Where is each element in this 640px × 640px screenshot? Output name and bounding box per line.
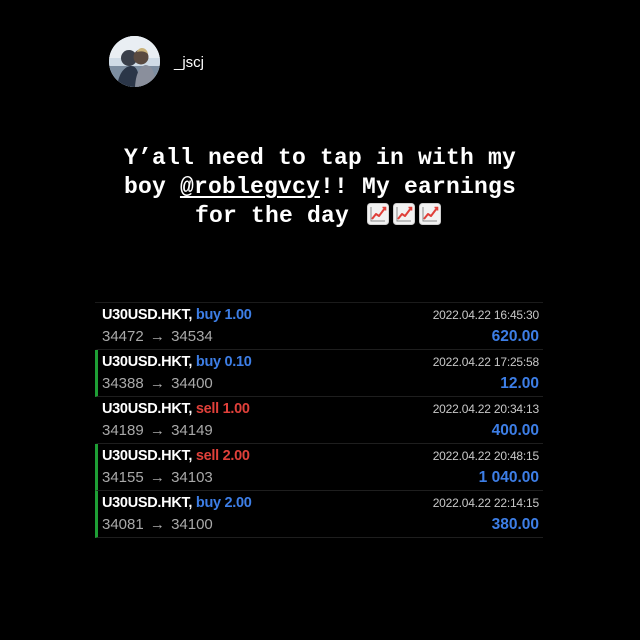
- trade-symbol-line: U30USD.HKT, buy 2.00: [102, 495, 252, 511]
- avatar[interactable]: [109, 36, 160, 87]
- arrow-right-icon: →: [149, 422, 165, 439]
- trade-symbol: U30USD.HKT,: [102, 307, 193, 323]
- trade-time: 2022.04.22 20:48:15: [432, 449, 540, 463]
- trade-row[interactable]: U30USD.HKT, sell 2.00 34155 → 34103 2022…: [95, 444, 543, 491]
- close-price: 34400: [171, 375, 213, 392]
- trade-history-list: U30USD.HKT, buy 1.00 34472 → 34534 2022.…: [95, 302, 543, 538]
- trade-price-line: 34388 → 34400: [102, 375, 213, 392]
- caption-line-2: boy @roblegvcy!! My earnings: [60, 173, 580, 202]
- trade-symbol-line: U30USD.HKT, sell 2.00: [102, 448, 250, 464]
- trade-symbol-line: U30USD.HKT, buy 1.00: [102, 307, 252, 323]
- mention-link[interactable]: @roblegvcy: [180, 174, 320, 200]
- chart-increasing-emoji-icon: [367, 203, 390, 225]
- open-price: 34472: [102, 328, 144, 345]
- caption-text: for the day: [194, 203, 349, 229]
- open-price: 34155: [102, 469, 144, 486]
- story-caption: Y’all need to tap in with my boy @robleg…: [60, 144, 580, 231]
- close-price: 34149: [171, 422, 213, 439]
- trade-row[interactable]: U30USD.HKT, sell 1.00 34189 → 34149 2022…: [95, 397, 543, 444]
- trade-side: buy 0.10: [195, 354, 252, 370]
- trade-time: 2022.04.22 16:45:30: [432, 308, 540, 322]
- emoji-row: [367, 203, 445, 225]
- trade-symbol: U30USD.HKT,: [102, 401, 193, 417]
- story-header: _jscj: [109, 36, 204, 87]
- trade-profit: 12.00: [500, 375, 539, 392]
- arrow-right-icon: →: [149, 375, 165, 392]
- trade-side: buy 1.00: [195, 307, 252, 323]
- trade-profit: 1 040.00: [478, 469, 539, 486]
- trade-time: 2022.04.22 22:14:15: [432, 496, 540, 510]
- caption-text: boy: [123, 174, 180, 200]
- open-price: 34388: [102, 375, 144, 392]
- trade-symbol-line: U30USD.HKT, sell 1.00: [102, 401, 250, 417]
- trade-time: 2022.04.22 20:34:13: [432, 402, 540, 416]
- trade-row[interactable]: U30USD.HKT, buy 0.10 34388 → 34400 2022.…: [95, 350, 543, 397]
- trade-row[interactable]: U30USD.HKT, buy 1.00 34472 → 34534 2022.…: [95, 303, 543, 350]
- trade-time: 2022.04.22 17:25:58: [432, 355, 540, 369]
- open-price: 34081: [102, 516, 144, 533]
- trade-profit: 380.00: [491, 516, 539, 533]
- trade-profit: 620.00: [491, 328, 539, 345]
- trade-symbol: U30USD.HKT,: [102, 495, 193, 511]
- trade-symbol-line: U30USD.HKT, buy 0.10: [102, 354, 252, 370]
- trade-row[interactable]: U30USD.HKT, buy 2.00 34081 → 34100 2022.…: [95, 491, 543, 538]
- trade-side: buy 2.00: [195, 495, 252, 511]
- profile-photo-icon: [109, 36, 160, 87]
- trade-price-line: 34081 → 34100: [102, 516, 213, 533]
- trade-price-line: 34472 → 34534: [102, 328, 213, 345]
- close-price: 34100: [171, 516, 213, 533]
- trade-side: sell 1.00: [195, 401, 250, 417]
- trade-price-line: 34155 → 34103: [102, 469, 213, 486]
- arrow-right-icon: →: [149, 469, 165, 486]
- trade-symbol: U30USD.HKT,: [102, 448, 193, 464]
- arrow-right-icon: →: [149, 516, 165, 533]
- caption-text: !! My earnings: [320, 174, 517, 200]
- caption-line-3: for the day: [60, 202, 580, 231]
- chart-increasing-emoji-icon: [419, 203, 442, 225]
- username[interactable]: _jscj: [174, 54, 204, 71]
- chart-increasing-emoji-icon: [393, 203, 416, 225]
- trade-side: sell 2.00: [195, 448, 250, 464]
- trade-symbol: U30USD.HKT,: [102, 354, 193, 370]
- open-price: 34189: [102, 422, 144, 439]
- trade-price-line: 34189 → 34149: [102, 422, 213, 439]
- close-price: 34534: [171, 328, 213, 345]
- trade-profit: 400.00: [491, 422, 539, 439]
- close-price: 34103: [171, 469, 213, 486]
- arrow-right-icon: →: [149, 328, 165, 345]
- caption-line-1: Y’all need to tap in with my: [123, 145, 517, 171]
